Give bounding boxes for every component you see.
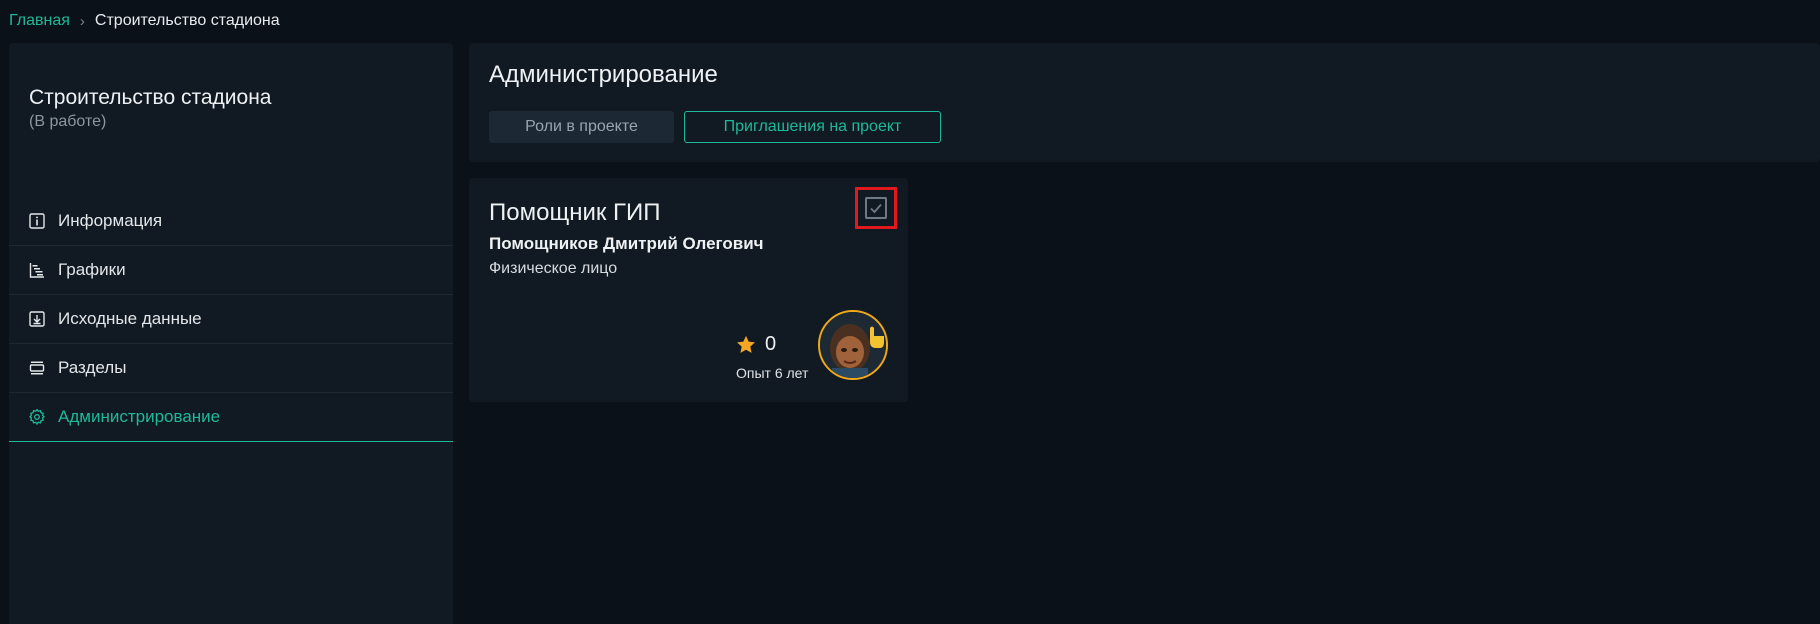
card-person-name: Помощников Дмитрий Олегович <box>489 234 764 253</box>
breadcrumb-separator: › <box>79 12 85 30</box>
sidebar-item-label: Исходные данные <box>58 309 202 328</box>
sections-icon <box>28 359 46 377</box>
sidebar-item-info[interactable]: Информация <box>9 197 453 246</box>
rating: 0 <box>735 333 776 356</box>
gear-icon <box>28 408 46 426</box>
rating-value: 0 <box>765 333 777 355</box>
sidebar-item-label: Графики <box>58 260 126 279</box>
sidebar-item-source-data[interactable]: Исходные данные <box>9 295 453 344</box>
card-person-type: Физическое лицо <box>489 260 618 277</box>
project-status: (В работе) <box>29 113 107 130</box>
tab-project-roles[interactable]: Роли в проекте <box>489 111 674 143</box>
sidebar-item-label: Информация <box>58 211 163 230</box>
breadcrumb-current: Строительство стадиона <box>94 12 280 29</box>
administration-panel: Администрирование Роли в проекте Приглаш… <box>469 43 1820 162</box>
download-icon <box>28 310 46 328</box>
info-icon <box>28 212 46 230</box>
breadcrumb: Главная › Строительство стадиона <box>9 10 280 32</box>
sidebar-nav: Информация Графики Исходные данные Разде… <box>9 197 453 442</box>
checkbox-highlight <box>855 187 897 229</box>
breadcrumb-home-link[interactable]: Главная <box>9 12 70 30</box>
tab-project-invitations[interactable]: Приглашения на проект <box>684 111 941 143</box>
sidebar-item-label: Администрирование <box>58 407 221 426</box>
sidebar: Строительство стадиона (В работе) Информ… <box>9 43 453 624</box>
card-role-title: Помощник ГИП <box>489 199 661 226</box>
sidebar-item-label: Разделы <box>58 358 127 377</box>
select-checkbox[interactable] <box>865 197 887 219</box>
sidebar-item-charts[interactable]: Графики <box>9 246 453 295</box>
avatar[interactable] <box>818 310 888 380</box>
sidebar-item-sections[interactable]: Разделы <box>9 344 453 393</box>
invitation-card: Помощник ГИП Помощников Дмитрий Олегович… <box>469 178 908 402</box>
checkmark-icon <box>870 203 882 214</box>
star-icon <box>737 335 755 353</box>
project-title: Строительство стадиона <box>29 86 272 109</box>
page-title: Администрирование <box>489 61 718 88</box>
sidebar-item-administration[interactable]: Администрирование <box>9 393 453 442</box>
gantt-icon <box>28 261 46 279</box>
experience-label: Опыт 6 лет <box>736 365 809 381</box>
